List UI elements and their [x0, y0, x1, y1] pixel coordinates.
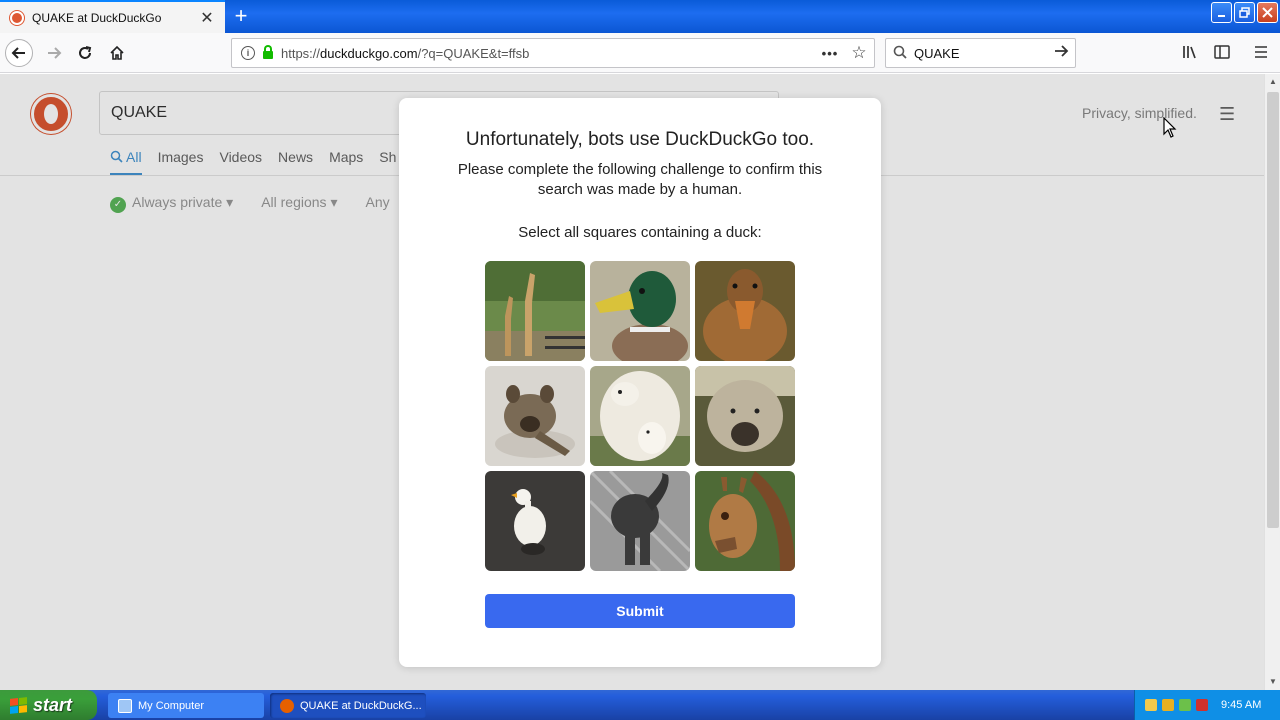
secure-lock-icon[interactable] [263, 45, 273, 59]
search-input[interactable]: QUAKE [914, 46, 1047, 61]
windows-taskbar: start My Computer QUAKE at DuckDuckG... … [0, 690, 1280, 720]
window-controls [1211, 2, 1278, 23]
taskbar-item-my-computer[interactable]: My Computer [108, 693, 264, 718]
windows-logo-icon [10, 696, 27, 714]
task-label: QUAKE at DuckDuckG... [300, 699, 422, 712]
navigation-toolbar: i https://duckduckgo.com/?q=QUAKE&t=ffsb… [0, 33, 1280, 73]
scroll-thumb[interactable] [1267, 92, 1279, 528]
tile-giraffe[interactable] [695, 471, 795, 571]
start-button[interactable]: start [0, 690, 97, 720]
tile-hen-duck[interactable] [695, 261, 795, 361]
url-scheme: https:// [281, 45, 321, 61]
close-window-button[interactable] [1257, 2, 1278, 23]
reload-icon [79, 46, 92, 59]
tile-polar-bears[interactable] [590, 366, 690, 466]
tray-network-icon[interactable] [1145, 699, 1157, 711]
submit-button[interactable]: Submit [485, 594, 795, 628]
library-icon[interactable] [1180, 43, 1200, 63]
search-go-arrow-icon[interactable] [1047, 43, 1075, 64]
reload-button[interactable] [71, 39, 99, 67]
url-domain: duckduckgo.com [320, 45, 418, 61]
back-button[interactable] [5, 39, 33, 67]
task-label: My Computer [138, 699, 205, 712]
search-icon [886, 45, 914, 62]
page-actions-icon[interactable]: ••• [816, 46, 844, 61]
scroll-up-arrow-icon[interactable]: ▲ [1265, 74, 1280, 90]
clock[interactable]: 9:45 AM [1221, 699, 1261, 711]
forward-arrow-icon [48, 47, 62, 59]
home-button[interactable] [103, 39, 131, 67]
mouse-cursor-icon [1163, 117, 1177, 138]
duckduckgo-favicon-icon [10, 10, 24, 25]
site-info-icon[interactable]: i [241, 46, 255, 60]
start-label: start [33, 694, 73, 715]
vertical-scrollbar[interactable]: ▲ ▼ [1264, 74, 1280, 690]
bot-challenge-modal: Unfortunately, bots use DuckDuckGo too. … [399, 98, 881, 667]
challenge-instruction: Select all squares containing a duck: [518, 224, 762, 241]
image-grid [485, 261, 795, 571]
tray-security-icon[interactable] [1196, 699, 1208, 711]
browser-search-box[interactable]: QUAKE [885, 38, 1076, 68]
restore-icon [1239, 7, 1250, 18]
page-content: QUAKE Privacy, simplified. ☰ All Images … [0, 74, 1264, 690]
tile-mallard-duck[interactable] [590, 261, 690, 361]
home-icon [110, 45, 124, 60]
forward-button[interactable] [40, 39, 68, 67]
bookmark-star-icon[interactable]: ☆ [844, 43, 874, 63]
tray-shield-icon[interactable] [1162, 699, 1174, 711]
sidebar-icon[interactable] [1212, 43, 1232, 63]
minimize-icon [1217, 14, 1225, 17]
system-tray: 9:45 AM [1134, 690, 1280, 720]
tile-white-duck[interactable] [485, 471, 585, 571]
title-bar: QUAKE at DuckDuckGo ✕ + [0, 0, 1280, 33]
browser-tab[interactable]: QUAKE at DuckDuckGo ✕ [0, 0, 225, 33]
firefox-icon [280, 698, 294, 713]
address-bar[interactable]: i https://duckduckgo.com/?q=QUAKE&t=ffsb… [231, 38, 875, 68]
close-tab-icon[interactable]: ✕ [199, 8, 215, 28]
new-tab-button[interactable]: + [228, 4, 254, 30]
tab-title: QUAKE at DuckDuckGo [32, 10, 162, 25]
url-path: /?q=QUAKE&t=ffsb [417, 45, 530, 61]
tile-elephant[interactable] [590, 471, 690, 571]
app-menu-icon[interactable] [1251, 43, 1271, 63]
taskbar-item-firefox[interactable]: QUAKE at DuckDuckG... [270, 693, 426, 718]
tray-update-icon[interactable] [1179, 699, 1191, 711]
back-arrow-icon [11, 47, 25, 59]
challenge-title: Unfortunately, bots use DuckDuckGo too. [465, 129, 815, 150]
restore-button[interactable] [1234, 2, 1255, 23]
challenge-subtitle: Please complete the following challenge … [457, 161, 823, 198]
tile-hyena-cub[interactable] [485, 366, 585, 466]
scroll-down-arrow-icon[interactable]: ▼ [1265, 674, 1280, 690]
url-text[interactable]: https://duckduckgo.com/?q=QUAKE&t=ffsb [281, 46, 816, 61]
close-icon [1262, 7, 1273, 18]
computer-icon [118, 698, 132, 713]
tile-giraffes[interactable] [485, 261, 585, 361]
tile-boar[interactable] [695, 366, 795, 466]
minimize-button[interactable] [1211, 2, 1232, 23]
